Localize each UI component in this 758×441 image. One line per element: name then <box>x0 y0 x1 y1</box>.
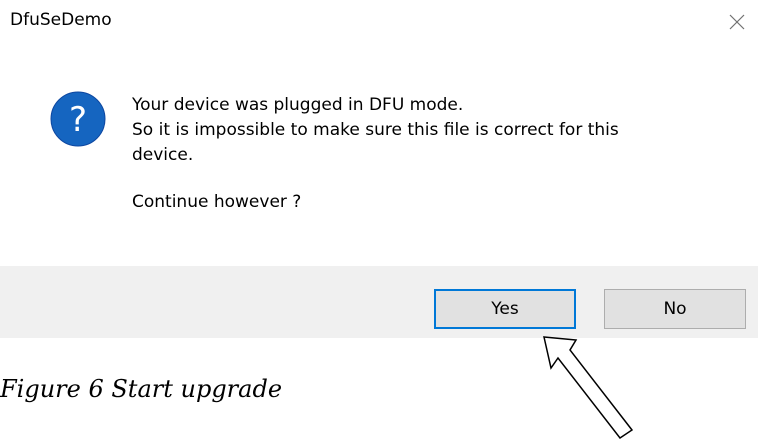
pointer-arrow-icon <box>543 336 634 440</box>
figure-caption: Figure 6 Start upgrade <box>0 375 283 403</box>
message-line: So it is impossible to make sure this fi… <box>132 120 619 140</box>
svg-text:?: ? <box>69 100 87 140</box>
no-button[interactable]: No <box>604 289 746 329</box>
message-line: Your device was plugged in DFU mode. <box>132 95 464 115</box>
close-button[interactable] <box>714 0 758 44</box>
message-dialog: DfuSeDemo ? Your device was plugged in D… <box>0 0 758 338</box>
close-icon <box>729 14 745 30</box>
message-line: device. <box>132 145 194 165</box>
yes-button[interactable]: Yes <box>434 289 576 329</box>
question-text: Continue however ? <box>132 192 302 212</box>
message-text: Your device was plugged in DFU mode. So … <box>132 93 742 215</box>
window-title: DfuSeDemo <box>10 10 112 30</box>
title-bar: DfuSeDemo <box>0 0 758 44</box>
question-icon: ? <box>50 91 106 147</box>
